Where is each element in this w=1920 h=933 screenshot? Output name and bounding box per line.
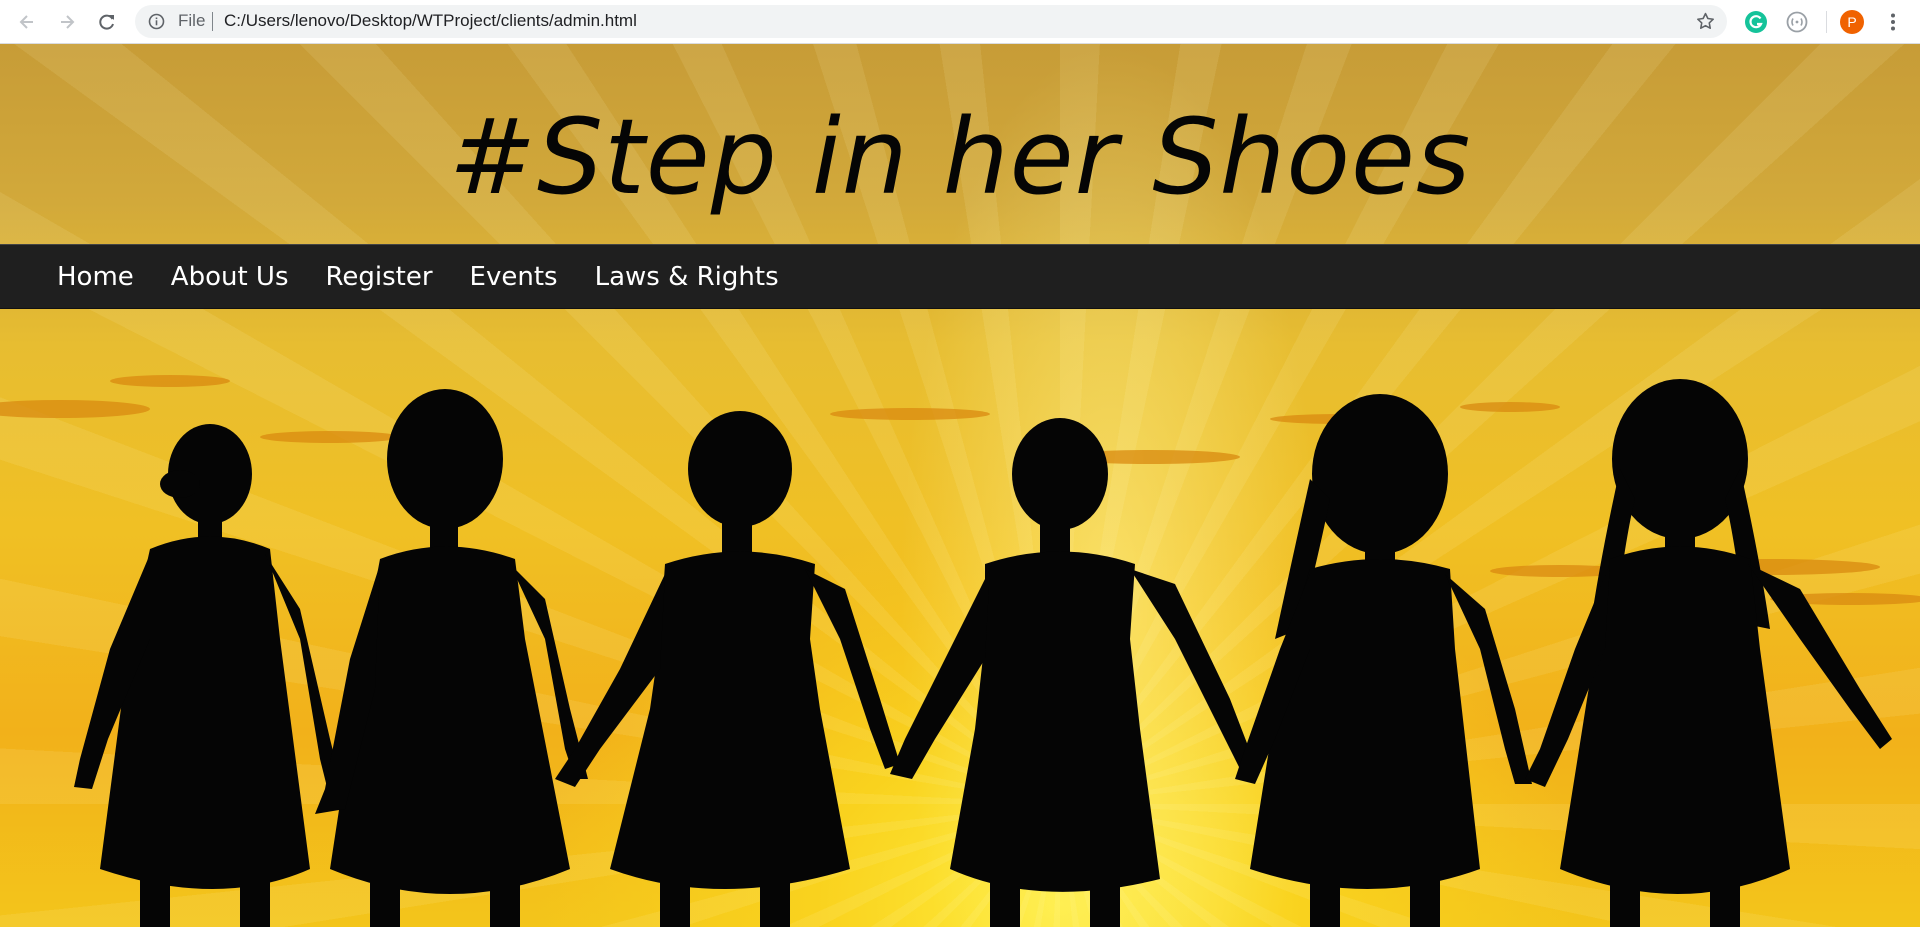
site-title: #Step in her Shoes (448, 96, 1472, 218)
more-menu-icon[interactable] (1880, 9, 1906, 35)
page-viewport: #Step in her Shoes Home About Us Registe… (0, 44, 1920, 927)
silhouette-2 (315, 389, 588, 927)
svg-text:P: P (1847, 14, 1856, 30)
url-text[interactable]: C:/Users/lenovo/Desktop/WTProject/client… (224, 11, 637, 31)
browser-toolbar: File C:/Users/lenovo/Desktop/WTProject/c… (0, 0, 1920, 44)
back-arrow-icon[interactable] (14, 9, 40, 35)
silhouette-6 (1525, 379, 1892, 927)
silhouette-5 (1235, 394, 1532, 927)
file-scheme-label: File (178, 11, 206, 30)
omnibox-divider (212, 12, 213, 31)
reload-icon[interactable] (94, 9, 120, 35)
women-silhouettes (74, 379, 1892, 927)
hero-image (0, 309, 1920, 927)
nav-home[interactable]: Home (57, 262, 134, 292)
silhouette-1 (74, 424, 345, 927)
star-icon[interactable] (1695, 11, 1716, 36)
info-icon[interactable] (148, 13, 165, 34)
grammarly-icon[interactable] (1743, 9, 1769, 35)
main-navbar: Home About Us Register Events Laws & Rig… (0, 244, 1920, 309)
nav-about-us[interactable]: About Us (171, 262, 289, 292)
nav-register[interactable]: Register (326, 262, 433, 292)
silhouette-3 (555, 411, 900, 927)
toolbar-divider (1826, 11, 1827, 33)
profile-avatar[interactable]: P (1839, 9, 1865, 35)
address-bar[interactable]: File C:/Users/lenovo/Desktop/WTProject/c… (135, 5, 1727, 38)
nav-laws-rights[interactable]: Laws & Rights (595, 262, 779, 292)
forward-arrow-icon[interactable] (54, 9, 80, 35)
page-bottom-edge (0, 927, 1920, 933)
extension-icon[interactable] (1784, 9, 1810, 35)
nav-events[interactable]: Events (470, 262, 558, 292)
silhouette-4 (890, 418, 1255, 927)
